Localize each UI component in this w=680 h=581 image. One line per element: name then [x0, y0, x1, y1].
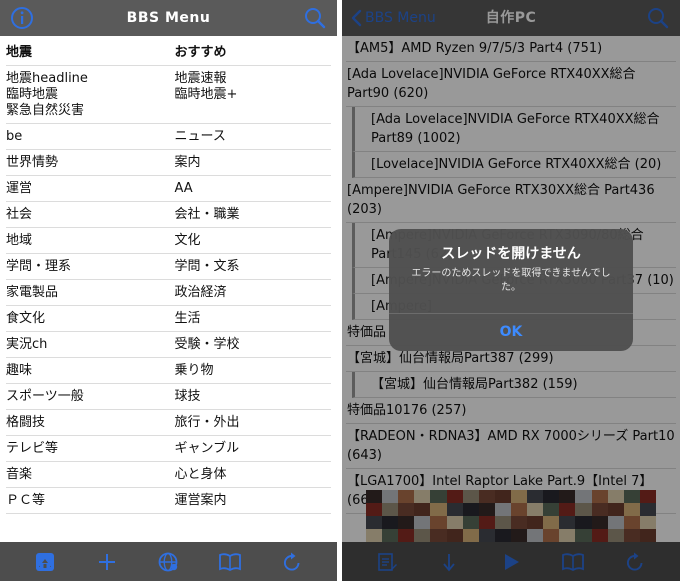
refresh-icon[interactable]: [279, 549, 305, 575]
category-item[interactable]: 格闘技: [6, 410, 169, 435]
menu-row: be ニュース: [6, 124, 331, 150]
category-item[interactable]: 社会: [6, 202, 169, 227]
category-item[interactable]: 文化: [169, 228, 332, 253]
page-title: BBS Menu: [126, 10, 211, 26]
category-item[interactable]: ＰＣ等: [6, 488, 169, 513]
plus-icon[interactable]: [94, 549, 120, 575]
category-item[interactable]: 案内: [169, 150, 332, 175]
category-item[interactable]: 地震速報 臨時地震+: [169, 66, 332, 123]
category-item[interactable]: 会社・職業: [169, 202, 332, 227]
menu-row: 食文化 生活: [6, 306, 331, 332]
category-item[interactable]: スポーツ一般: [6, 384, 169, 409]
left-nav-bar: BBS Menu: [0, 0, 337, 36]
category-item[interactable]: 受験・学校: [169, 332, 332, 357]
category-item[interactable]: 地震headline 臨時地震 緊急自然災害: [6, 66, 169, 123]
category-item[interactable]: おすすめ: [169, 40, 332, 65]
category-item[interactable]: 地域: [6, 228, 169, 253]
category-item[interactable]: 家電製品: [6, 280, 169, 305]
alert-title: スレッドを開けません: [441, 246, 581, 262]
menu-row: ＰＣ等 運営案内: [6, 488, 331, 514]
book-icon[interactable]: [217, 549, 243, 575]
menu-row: 地域 文化: [6, 228, 331, 254]
category-item[interactable]: 音楽: [6, 462, 169, 487]
alert-message: エラーのためスレッドを取得できませんでした。: [411, 268, 611, 293]
alert-ok-button[interactable]: OK: [389, 314, 633, 351]
category-item[interactable]: 球技: [169, 384, 332, 409]
category-item[interactable]: 乗り物: [169, 358, 332, 383]
category-item[interactable]: ニュース: [169, 124, 332, 149]
category-item[interactable]: 政治経済: [169, 280, 332, 305]
category-item[interactable]: 学問・文系: [169, 254, 332, 279]
error-alert-dialog: スレッドを開けません エラーのためスレッドを取得できませんでした。 OK: [389, 229, 633, 351]
menu-row: 世界情勢 案内: [6, 150, 331, 176]
category-item[interactable]: 運営: [6, 176, 169, 201]
globe-icon[interactable]: [155, 549, 181, 575]
menu-row: 家電製品 政治経済: [6, 280, 331, 306]
bbs-menu-screen: BBS Menu 地震 おすすめ 地震headline 臨時地震 緊急自然災害 地震速…: [0, 0, 337, 581]
menu-row: 趣味 乗り物: [6, 358, 331, 384]
menu-row: 音楽 心と身体: [6, 462, 331, 488]
category-item[interactable]: 世界情勢: [6, 150, 169, 175]
menu-row: 実況ch 受験・学校: [6, 332, 331, 358]
category-item[interactable]: 食文化: [6, 306, 169, 331]
menu-row: 学問・理系 学問・文系: [6, 254, 331, 280]
menu-row: 格闘技 旅行・外出: [6, 410, 331, 436]
search-icon[interactable]: [303, 6, 327, 30]
menu-row: 地震headline 臨時地震 緊急自然災害 地震速報 臨時地震+: [6, 66, 331, 124]
category-item[interactable]: 旅行・外出: [169, 410, 332, 435]
menu-row: テレビ等 ギャンブル: [6, 436, 331, 462]
category-item[interactable]: 地震: [6, 40, 169, 65]
category-item[interactable]: 趣味: [6, 358, 169, 383]
menu-row: 運営 AA: [6, 176, 331, 202]
category-item[interactable]: 心と身体: [169, 462, 332, 487]
left-toolbar: [0, 542, 337, 581]
thread-list-screen: BBS Menu 自作PC 【AM5】AMD Ryzen 9/7/5/3 Par…: [342, 0, 680, 581]
menu-row: 地震 おすすめ: [6, 40, 331, 66]
category-item[interactable]: 学問・理系: [6, 254, 169, 279]
category-item[interactable]: 運営案内: [169, 488, 332, 513]
category-item[interactable]: be: [6, 124, 169, 149]
category-item[interactable]: 生活: [169, 306, 332, 331]
category-item[interactable]: テレビ等: [6, 436, 169, 461]
home-icon[interactable]: [32, 549, 58, 575]
category-item[interactable]: AA: [169, 176, 332, 201]
category-item[interactable]: ギャンブル: [169, 436, 332, 461]
category-grid: 地震 おすすめ 地震headline 臨時地震 緊急自然災害 地震速報 臨時地震+ be…: [0, 36, 337, 542]
category-item[interactable]: 実況ch: [6, 332, 169, 357]
menu-row: スポーツ一般 球技: [6, 384, 331, 410]
menu-row: 社会 会社・職業: [6, 202, 331, 228]
